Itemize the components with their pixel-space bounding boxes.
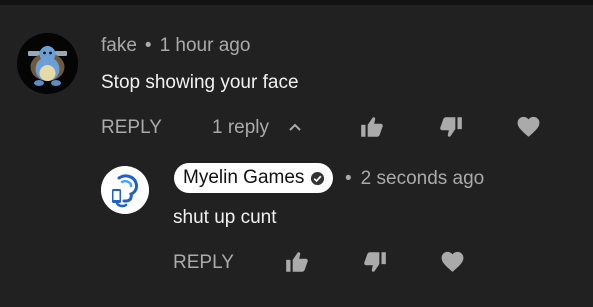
reply-button[interactable]: REPLY bbox=[173, 252, 234, 274]
comment-timestamp[interactable]: 1 hour ago bbox=[160, 35, 251, 56]
reply-text: shut up cunt bbox=[173, 207, 277, 228]
comment-author[interactable]: fake bbox=[101, 35, 137, 56]
thumbs-down-icon[interactable] bbox=[362, 249, 388, 275]
reply-button[interactable]: REPLY bbox=[101, 117, 162, 139]
comment-text: Stop showing your face bbox=[101, 72, 299, 93]
separator-dot: • bbox=[144, 35, 152, 56]
heart-icon[interactable] bbox=[516, 115, 541, 138]
blastoise-avatar-icon bbox=[17, 33, 78, 94]
chevron-up-icon[interactable] bbox=[286, 118, 304, 136]
thumbs-up-icon[interactable] bbox=[359, 114, 385, 140]
verified-check-icon bbox=[311, 171, 325, 185]
myelin-logo-icon bbox=[101, 166, 149, 214]
reply-header-meta: • 2 seconds ago bbox=[345, 168, 484, 190]
comment-header: fake • 1 hour ago bbox=[101, 35, 250, 57]
separator-dot: • bbox=[345, 168, 352, 189]
thumbs-down-icon[interactable] bbox=[438, 114, 464, 140]
heart-icon[interactable] bbox=[440, 250, 465, 273]
reply-author-avatar[interactable] bbox=[101, 166, 149, 214]
reply-author-name: Myelin Games bbox=[183, 167, 305, 188]
reply-timestamp[interactable]: 2 seconds ago bbox=[361, 168, 485, 189]
top-divider bbox=[0, 0, 593, 5]
thumbs-up-icon[interactable] bbox=[284, 249, 310, 275]
replies-toggle[interactable]: 1 reply bbox=[212, 117, 269, 139]
author-chip[interactable]: Myelin Games bbox=[174, 163, 334, 193]
commenter-avatar[interactable] bbox=[17, 33, 78, 94]
